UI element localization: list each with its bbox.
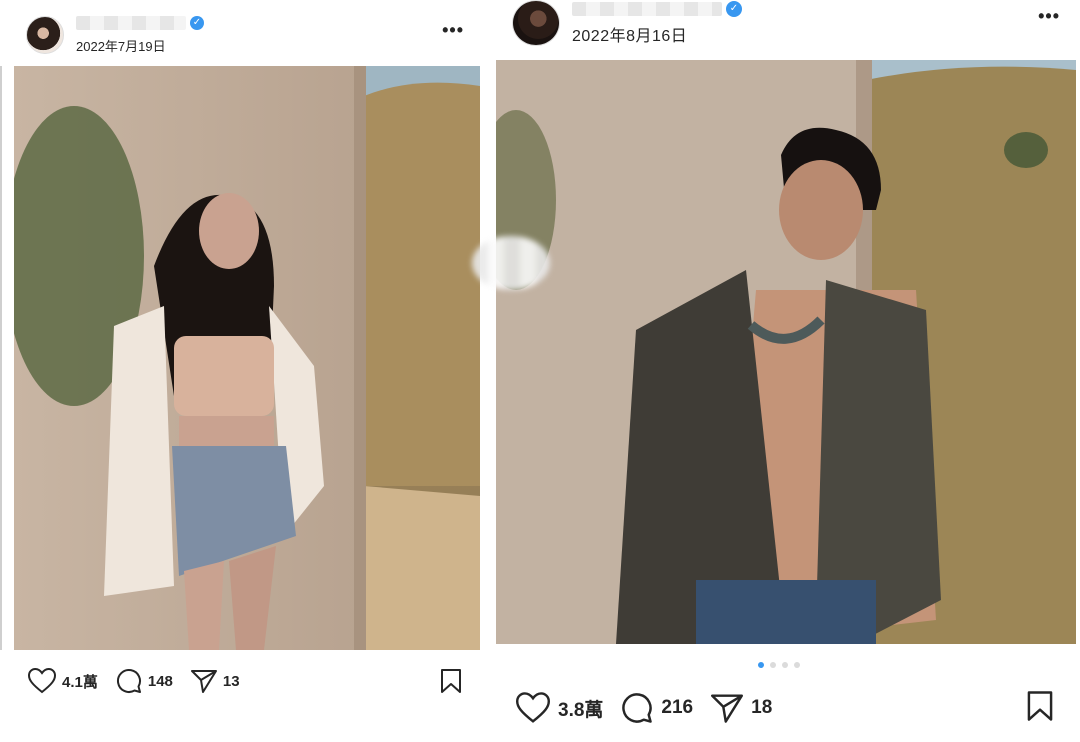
carousel-dot[interactable] [770,662,776,668]
username[interactable]: ✓ [572,0,742,17]
like-action[interactable]: 3.8萬 [516,692,603,724]
photo-man-against-wall [496,60,1076,644]
post-date: 2022年7月19日 [76,39,166,54]
like-action[interactable]: 4.1萬 [28,668,98,694]
comment-count: 216 [661,697,694,718]
blurred-username [572,1,722,16]
heart-icon [516,692,550,723]
share-action[interactable]: 18 [711,693,772,723]
divider [0,66,2,650]
avatar[interactable] [512,0,560,46]
comment-action[interactable]: 148 [116,668,173,694]
carousel-dot[interactable] [782,662,788,668]
photo-woman-against-wall [14,66,480,650]
share-action[interactable]: 13 [190,669,240,693]
carousel-dot[interactable] [758,662,764,668]
post-left: ✓ 2022年7月19日 ••• 4.1萬 148 13 [0,0,482,742]
blurred-watermark [472,236,550,290]
post-date: 2022年8月16日 [572,28,688,45]
post-right: ✓ 2022年8月16日 ••• 3.8萬 216 18 [496,0,1080,742]
like-count: 3.8萬 [558,699,604,721]
comment-count: 148 [147,672,173,690]
heart-icon [28,668,56,694]
comment-action[interactable]: 216 [621,692,693,724]
action-bar: 4.1萬 148 13 [0,664,482,698]
verified-badge-icon: ✓ [726,0,742,17]
carousel-indicator [758,662,800,668]
post-photo[interactable] [14,66,480,650]
post-photo[interactable] [496,60,1076,644]
share-count: 18 [751,697,773,718]
verified-badge-icon: ✓ [190,15,204,30]
more-options-icon[interactable]: ••• [442,20,464,41]
username[interactable]: ✓ [76,14,204,30]
comment-icon [116,669,141,693]
paper-plane-icon [711,694,744,723]
avatar[interactable] [26,16,64,54]
like-count: 4.1萬 [62,673,98,691]
post-header: ✓ 2022年7月19日 ••• [0,0,482,64]
more-options-icon[interactable]: ••• [1038,6,1060,27]
comment-icon [622,693,653,723]
blurred-username [76,15,186,30]
bookmark-icon[interactable] [1026,690,1054,722]
post-header: ✓ 2022年8月16日 ••• [496,0,1080,64]
action-bar: 3.8萬 216 18 [496,688,1080,728]
paper-plane-icon [190,670,217,693]
share-count: 13 [222,672,240,690]
bookmark-icon[interactable] [440,668,462,694]
carousel-dot[interactable] [794,662,800,668]
